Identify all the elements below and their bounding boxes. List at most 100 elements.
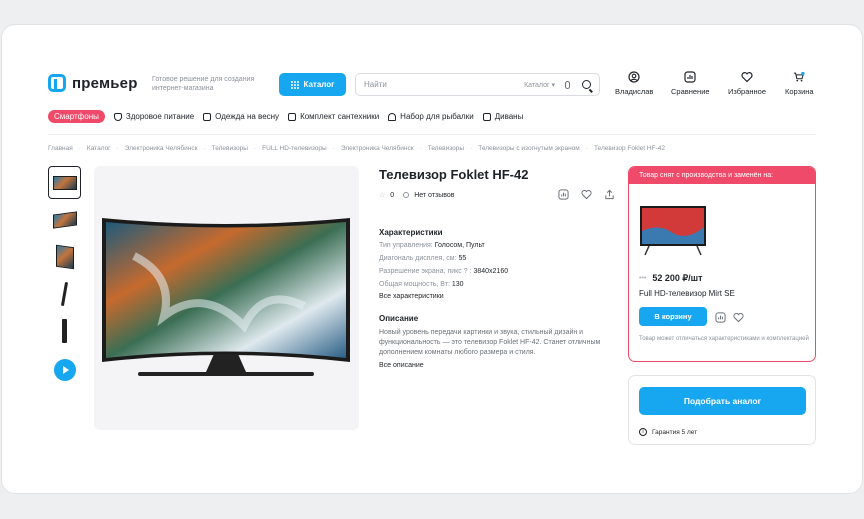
description-text: Новый уровень передачи картинки и звука,…: [379, 329, 601, 356]
replacement-price: ••• 52 200 ₽/шт: [639, 273, 703, 284]
thumbnail-3[interactable]: [48, 240, 81, 273]
replacement-product-image[interactable]: [639, 205, 707, 259]
heart-icon: [741, 71, 753, 83]
characteristic-label: Тип управления:: [379, 242, 433, 249]
price-value: 52 200 ₽/шт: [652, 273, 703, 283]
breadcrumb-separator: ·: [253, 145, 257, 152]
breadcrumb-separator: ·: [585, 145, 588, 152]
thumbnail-5[interactable]: [48, 314, 81, 347]
breadcrumb-item[interactable]: Каталог: [87, 145, 111, 152]
pot-icon: [113, 112, 122, 121]
breadcrumb-separator: ·: [116, 145, 119, 152]
search-category-select[interactable]: Каталог ▾: [524, 81, 555, 89]
tv-thumbnail-image: [55, 244, 74, 269]
replacement-name[interactable]: Full HD-телевизор Mirt SE: [639, 289, 735, 298]
all-description-link[interactable]: Все описание: [379, 362, 615, 369]
category-label: Комплект сантехники: [300, 112, 380, 121]
search-category-label: Каталог: [524, 81, 550, 89]
heart-icon[interactable]: [581, 189, 592, 202]
logo-icon: [48, 74, 66, 92]
breadcrumb-separator: ·: [419, 145, 422, 152]
find-analog-button[interactable]: Подобрать аналог: [639, 387, 806, 415]
warranty-text: Гарантия 5 лет: [652, 428, 698, 436]
characteristic-row: Тип управления: Голосом, Пульт: [379, 241, 609, 250]
breadcrumb-item[interactable]: Электроника Челябинск: [341, 145, 414, 152]
characteristic-row: Общая мощность, Вт: 130: [379, 280, 609, 289]
main-product-image[interactable]: [94, 166, 359, 430]
tv-image: [640, 206, 706, 256]
microphone-icon[interactable]: [565, 80, 570, 89]
thumbnail-2[interactable]: [48, 203, 81, 236]
product-title: Телевизор Foklet HF-42: [379, 167, 529, 182]
breadcrumb-current: Телевизор Foklet HF-42: [593, 145, 665, 152]
breadcrumb-item[interactable]: FULL HD-телевизоры: [262, 145, 327, 152]
compare-label: Сравнение: [671, 87, 710, 96]
breadcrumb-item[interactable]: Телевизоры с изогнутым экраном: [478, 145, 580, 152]
tv-thumbnail-image: [52, 175, 77, 190]
header-action-compare[interactable]: Сравнение: [671, 71, 710, 96]
sofa-icon: [482, 112, 491, 121]
description-title: Описание: [379, 314, 419, 323]
compare-icon[interactable]: [715, 312, 726, 325]
thumbnail-1[interactable]: [48, 166, 81, 199]
cart-icon: [793, 71, 805, 83]
characteristic-label: Общая мощность, Вт:: [379, 281, 450, 288]
play-video-button[interactable]: [54, 359, 76, 381]
add-to-cart-button[interactable]: В корзину: [639, 307, 707, 326]
header-action-account[interactable]: Владислав: [615, 71, 653, 96]
replacement-note: Товар может отличаться характеристиками …: [639, 336, 809, 342]
logo[interactable]: премьер: [48, 74, 138, 92]
characteristic-row: Диагональ дисплея, см: 55: [379, 254, 609, 263]
category-label: Здоровое питание: [125, 112, 195, 121]
characteristic-value: 55: [458, 255, 467, 262]
category-healthy-food[interactable]: Здоровое питание: [113, 112, 195, 121]
thumbnail-list: [48, 166, 82, 381]
fishing-icon: [388, 112, 397, 121]
warranty-row: i Гарантия 5 лет: [639, 428, 697, 436]
breadcrumb-separator: ·: [203, 145, 206, 152]
reviews-link[interactable]: Нет отзывов: [414, 192, 454, 199]
breadcrumb-separator: ·: [332, 145, 335, 152]
category-label: Набор для рыбалки: [400, 112, 474, 121]
grid-icon: [290, 80, 299, 89]
curved-tv-image: [102, 218, 350, 376]
category-sofas[interactable]: Диваны: [482, 112, 524, 121]
compare-icon: [684, 71, 696, 83]
rating-row: ☆ 0 Нет отзывов: [379, 191, 455, 200]
search-input[interactable]: Найти: [364, 80, 524, 89]
characteristic-label: Диагональ дисплея, см:: [379, 255, 457, 262]
header-action-cart[interactable]: Корзина: [785, 71, 814, 96]
characteristics-title: Характеристики: [379, 228, 443, 237]
breadcrumb-item[interactable]: Телевизоры: [212, 145, 248, 152]
logo-text: премьер: [72, 74, 138, 92]
header-action-favorites[interactable]: Избранное: [728, 71, 766, 96]
category-plumbing[interactable]: Комплект сантехники: [288, 112, 379, 121]
category-smartphones[interactable]: Смартфоны: [48, 110, 105, 123]
faucet-icon: [288, 112, 297, 121]
heart-icon[interactable]: [733, 312, 744, 325]
header-divider: [48, 134, 816, 135]
cart-label: Корзина: [785, 87, 814, 96]
category-spring-clothes[interactable]: Одежда на весну: [203, 112, 279, 121]
breadcrumb-item[interactable]: Электроника Челябинск: [125, 145, 198, 152]
replacement-card: Товар снят с производства и заменён на: …: [628, 166, 816, 362]
search-bar[interactable]: Найти Каталог ▾: [355, 73, 600, 96]
breadcrumb-item[interactable]: Телевизоры: [428, 145, 464, 152]
tagline: Готовое решение для создания интернет-ма…: [152, 76, 255, 92]
catalog-button[interactable]: Каталог: [279, 73, 346, 96]
breadcrumb-separator: ·: [470, 145, 473, 152]
tv-side-thumbnail-image: [60, 281, 69, 306]
all-characteristics-link[interactable]: Все характеристики: [379, 293, 609, 300]
rating-value: 0: [390, 191, 395, 199]
breadcrumb-separator: ·: [78, 145, 81, 152]
search-icon[interactable]: [582, 80, 591, 89]
category-fishing[interactable]: Набор для рыбалки: [388, 112, 474, 121]
compare-icon[interactable]: [558, 189, 569, 202]
breadcrumb-item[interactable]: Главная: [48, 145, 73, 152]
characteristic-value: 130: [451, 281, 464, 288]
category-label: Диваны: [494, 112, 524, 121]
share-icon[interactable]: [604, 189, 615, 202]
comment-icon: [403, 192, 410, 198]
user-icon: [628, 71, 640, 83]
thumbnail-4[interactable]: [48, 277, 81, 310]
